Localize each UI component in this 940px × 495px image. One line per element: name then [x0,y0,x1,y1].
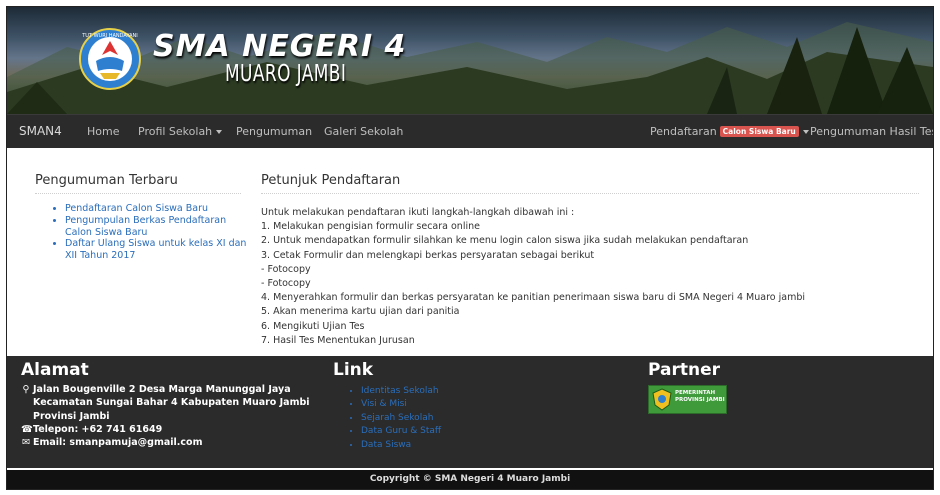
instruction-line: 3. Cetak Formulir dan melengkapi berkas … [261,249,595,261]
address-line: Provinsi Jambi [33,410,110,422]
partner-line-1: PEMERINTAH [675,390,716,396]
nav-profil-label: Profil Sekolah [138,125,213,138]
instruction-line: 5. Akan menerima kartu ujian dari paniti… [261,306,460,318]
phone-text: Telepon: +62 741 61649 [33,423,163,435]
nav-pendaftaran-label: Pendaftaran [650,125,717,138]
link-title: Link [333,360,374,380]
sidebar-title: Pengumuman Terbaru [35,173,178,188]
news-item-link[interactable]: Pengumpulan Berkas Pendaftaran Calon Sis… [65,215,226,238]
nav-pengumuman-hasil-tes[interactable]: Pengumuman Hasil Tes [810,125,933,138]
sidebar-divider [35,193,241,194]
footer-link[interactable]: Identitas Sekolah [361,385,441,398]
address-row: ⚲ Jalan Bougenville 2 Desa Marga Manungga… [21,383,310,396]
news-item-link[interactable]: Pendaftaran Calon Siswa Baru [65,203,208,214]
copyright-text: Copyright © SMA Negeri 4 Muaro Jambi [369,474,571,484]
nav-brand[interactable]: SMAN4 [19,124,62,138]
main-navbar: SMAN4 Home Profil Sekolah Pengumuman Gal… [7,114,933,148]
partner-logo-link[interactable]: PEMERINTAH PROVINSI JAMBI [648,385,727,414]
school-name: SMA NEGERI 4 [153,29,407,64]
instruction-line: 4. Menyerahkan formulir dan berkas persy… [261,292,806,304]
address-line: Jalan Bougenville 2 Desa Marga Manunggal… [33,384,291,395]
instruction-line: 2. Untuk mendapatkan formulir silahkan k… [261,235,749,247]
news-list: Pendaftaran Calon Siswa Baru Pengumpulan… [53,203,255,262]
instruction-line: 1. Melakukan pengisian formulir secara o… [261,221,480,233]
chevron-down-icon [802,130,809,134]
news-item-link[interactable]: Daftar Ulang Siswa untuk kelas XI dan XI… [65,238,246,261]
envelope-icon: ✉ [22,437,30,449]
header-banner: TUT WURI HANDAYANI SMA NEGERI 4 MUARO JA… [7,7,933,114]
news-item[interactable]: Pengumpulan Berkas Pendaftaran Calon Sis… [65,215,255,239]
news-item[interactable]: Daftar Ulang Siswa untuk kelas XI dan XI… [65,238,255,262]
instruction-line: Untuk melakukan pendaftaran ikuti langka… [261,207,575,218]
nav-pendaftaran[interactable]: Pendaftaran Calon Siswa Baru [650,125,809,138]
instruction-line: 7. Hasil Tes Menentukan Jurusan [261,334,415,346]
main-content: Pengumuman Terbaru Pendaftaran Calon Sis… [7,148,933,356]
nav-galeri-sekolah[interactable]: Galeri Sekolah [324,125,403,138]
page-frame: TUT WURI HANDAYANI SMA NEGERI 4 MUARO JA… [6,6,934,490]
nav-profil-sekolah[interactable]: Profil Sekolah [138,125,223,138]
partner-line-2: PROVINSI JAMBI [675,397,725,403]
map-marker-icon: ⚲ [22,384,30,395]
copyright-bar: Copyright © SMA Negeri 4 Muaro Jambi [7,470,933,489]
footer: Alamat ⚲ Jalan Bougenville 2 Desa Marga M… [7,356,933,468]
instruction-line: - Fotocopy [261,263,311,275]
footer-link[interactable]: Data Guru & Staff [361,425,441,438]
email-text: Email: smanpamuja@gmail.com [33,437,203,449]
news-item[interactable]: Pendaftaran Calon Siswa Baru [65,203,255,215]
instruction-line: 6. Mengikuti Ujian Tes [261,320,365,332]
logo-text: TUT WURI HANDAYANI [81,33,138,39]
address-line: Kecamatan Sungai Bahar 4 Kabupaten Muaro… [33,397,310,409]
email-row: ✉ Email: smanpamuja@gmail.com [21,436,310,449]
provinsi-jambi-emblem-icon [652,388,672,411]
alamat-block: ⚲ Jalan Bougenville 2 Desa Marga Manungga… [21,383,310,449]
calon-siswa-badge: Calon Siswa Baru [719,126,799,137]
alamat-title: Alamat [21,360,89,380]
chevron-down-icon [216,130,223,134]
petunjuk-divider [261,193,919,194]
petunjuk-text: Untuk melakukan pendaftaran ikuti langka… [261,206,805,348]
footer-link[interactable]: Sejarah Sekolah [361,412,441,425]
phone-row: ☎Telepon: +62 741 61649 [21,423,310,436]
footer-link[interactable]: Visi & Misi [361,398,441,411]
partner-title: Partner [648,360,721,380]
footer-link-list: Identitas Sekolah Visi & Misi Sejarah Se… [353,385,441,452]
nav-home[interactable]: Home [87,125,119,138]
school-city: MUARO JAMBI [225,61,347,87]
instruction-line: - Fotocopy [261,278,311,290]
school-logo: TUT WURI HANDAYANI [78,27,142,91]
nav-pengumuman[interactable]: Pengumuman [236,125,312,138]
mountain-landscape [7,22,933,114]
phone-icon: ☎ [21,423,33,435]
footer-link[interactable]: Data Siswa [361,439,441,452]
petunjuk-title: Petunjuk Pendaftaran [261,173,401,188]
